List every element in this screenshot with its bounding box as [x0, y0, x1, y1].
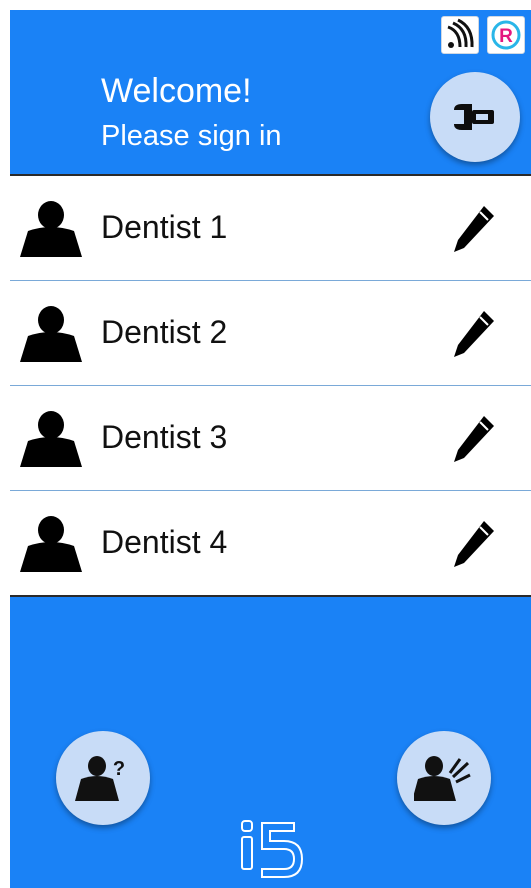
pencil-icon[interactable] [450, 517, 500, 576]
header: Welcome! Please sign in R [10, 10, 531, 174]
user-signal-icon [414, 756, 471, 801]
user-icon [18, 411, 84, 472]
r-badge-icon[interactable]: R [487, 16, 525, 54]
user-name: Dentist 4 [101, 524, 228, 560]
signin-subtitle: Please sign in [101, 120, 282, 152]
welcome-title: Welcome! [101, 72, 252, 110]
pencil-icon[interactable] [450, 202, 500, 261]
user-icon [18, 516, 84, 577]
user-question-icon: ? [75, 756, 125, 801]
user-icon [18, 306, 84, 367]
pencil-icon[interactable] [450, 412, 500, 471]
footer: ? [10, 597, 531, 888]
list-item[interactable]: Dentist 4 [10, 491, 531, 595]
i5-logo [238, 819, 308, 886]
user-name: Dentist 1 [101, 209, 228, 245]
nfc-icon[interactable] [441, 16, 479, 54]
pencil-icon[interactable] [450, 307, 500, 366]
screen: Welcome! Please sign in R Dentist 1 Dent… [10, 10, 531, 888]
list-item[interactable]: Dentist 3 [10, 386, 531, 491]
call-assistant-button[interactable] [397, 731, 491, 825]
svg-text:?: ? [113, 758, 125, 780]
list-item[interactable]: Dentist 1 [10, 176, 531, 281]
user-name: Dentist 2 [101, 314, 228, 350]
svg-text:R: R [499, 26, 513, 47]
list-item[interactable]: Dentist 2 [10, 281, 531, 386]
wrench-icon [454, 104, 494, 130]
help-button[interactable]: ? [56, 731, 150, 825]
user-list: Dentist 1 Dentist 2 Dentist 3 Dentist 4 [10, 176, 531, 595]
user-name: Dentist 3 [101, 419, 228, 455]
user-icon [18, 201, 84, 262]
settings-button[interactable] [430, 72, 520, 162]
